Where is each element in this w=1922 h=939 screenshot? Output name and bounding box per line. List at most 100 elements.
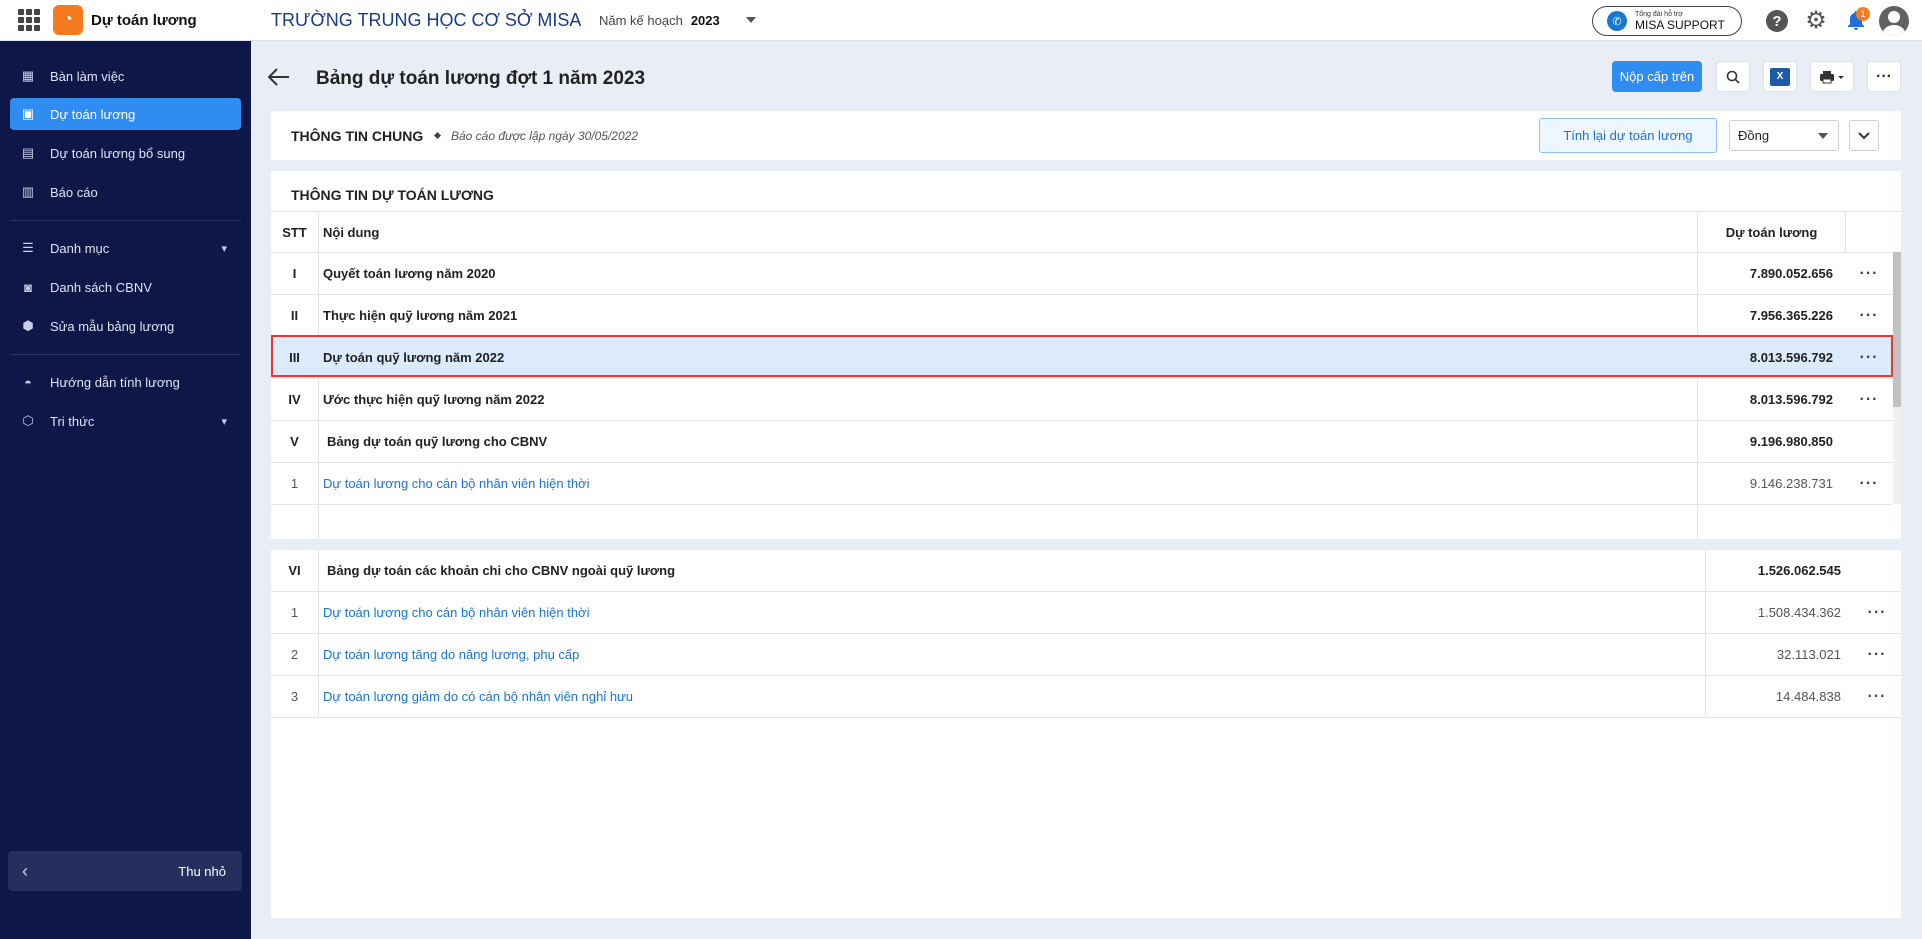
row-content-link[interactable]: Dự toán lương cho cán bộ nhân viên hiện …: [319, 592, 1705, 633]
row-stt: 1: [271, 592, 319, 633]
table-row[interactable]: 3 Dự toán lương giảm do có cán bộ nhân v…: [271, 676, 1901, 718]
row-content-link[interactable]: Dự toán lương giảm do có cán bộ nhân viê…: [319, 676, 1705, 717]
sidebar-item-label: Dự toán lương: [50, 106, 136, 122]
sidebar-item-tri-thuc[interactable]: ⬡ Tri thức ▾: [10, 405, 241, 437]
header-stt: STT: [271, 212, 319, 252]
row-more-icon[interactable]: ···: [1845, 337, 1893, 378]
sidebar-item-ban-lam-viec[interactable]: ▦ Bàn làm việc: [10, 60, 241, 92]
row-more-icon[interactable]: ···: [1845, 463, 1893, 504]
sidebar-item-danh-muc[interactable]: ☰ Danh mục ▾: [10, 232, 241, 264]
more-options-button[interactable]: ···: [1867, 61, 1901, 92]
general-info-title: THÔNG TIN CHUNG: [291, 128, 424, 144]
back-arrow-icon[interactable]: [267, 66, 290, 92]
table-header: STT Nội dung Dự toán lương: [271, 212, 1893, 253]
row-value: 8.013.596.792: [1697, 337, 1845, 378]
salary-estimate-panel: THÔNG TIN DỰ TOÁN LƯƠNG STT Nội dung Dự …: [271, 171, 1901, 539]
row-value: 1.508.434.362: [1705, 592, 1853, 633]
table-row[interactable]: II Thực hiện quỹ lương năm 2021 7.956.36…: [271, 295, 1893, 337]
row-content: Quyết toán lương năm 2020: [323, 266, 496, 281]
row-more-icon[interactable]: ···: [1845, 253, 1893, 294]
cube-icon: ⬡: [22, 413, 34, 428]
row-stt: 3: [271, 676, 319, 717]
other-expenses-panel: VI Bảng dự toán các khoản chi cho CBNV n…: [271, 550, 1901, 918]
person-icon: ◙: [24, 279, 32, 295]
notification-badge: 1: [1856, 7, 1870, 21]
recalculate-button[interactable]: Tính lại dự toán lương: [1539, 118, 1717, 153]
guide-icon: ◓: [24, 374, 32, 390]
unit-select-value: Đồng: [1738, 128, 1770, 143]
row-more-icon[interactable]: ···: [1845, 295, 1893, 336]
row-more-icon[interactable]: ···: [1853, 592, 1901, 633]
row-value: 8.013.596.792: [1697, 379, 1845, 420]
search-icon: [1726, 70, 1740, 84]
plan-year-selector[interactable]: Năm kế hoạch 2023: [599, 13, 756, 28]
row-stt: V: [271, 421, 319, 462]
sidebar-item-du-toan-luong[interactable]: ▣ Dự toán lương: [10, 98, 241, 130]
sidebar-divider: [10, 220, 241, 221]
plan-year-label: Năm kế hoạch: [599, 12, 683, 28]
sidebar-item-danh-sach-cbnv[interactable]: ◙ Danh sách CBNV: [10, 271, 241, 303]
export-excel-button[interactable]: X: [1763, 61, 1797, 92]
row-content: Ước thực hiện quỹ lương năm 2022: [323, 392, 545, 407]
sidebar-item-label: Danh mục: [50, 240, 110, 256]
table-row[interactable]: 1 Dự toán lương cho cán bộ nhân viên hiệ…: [271, 463, 1893, 505]
sidebar-item-label: Bàn làm việc: [50, 68, 125, 84]
phone-icon: ✆: [1607, 11, 1627, 31]
avatar[interactable]: [1879, 6, 1909, 36]
print-button[interactable]: [1810, 61, 1854, 92]
list-icon: ☰: [22, 240, 34, 255]
chevron-down-icon: ▾: [221, 242, 227, 255]
section-title: THÔNG TIN DỰ TOÁN LƯƠNG: [291, 187, 494, 203]
scrollbar-thumb[interactable]: [1893, 252, 1901, 407]
row-more-icon[interactable]: ···: [1853, 676, 1901, 717]
sidebar-item-bao-cao[interactable]: ▥ Báo cáo: [10, 176, 241, 208]
row-value: 9.196.980.850: [1697, 421, 1845, 462]
row-more-icon[interactable]: ···: [1853, 634, 1901, 675]
sidebar-item-label: Danh sách CBNV: [50, 279, 152, 295]
sidebar-item-label: Hướng dẫn tính lương: [50, 374, 180, 390]
collapse-sidebar-button[interactable]: ‹ Thu nhỏ: [8, 851, 242, 891]
table-row[interactable]: VI Bảng dự toán các khoản chi cho CBNV n…: [271, 550, 1901, 592]
search-button[interactable]: [1716, 61, 1750, 92]
help-icon[interactable]: ?: [1766, 10, 1788, 32]
table-row[interactable]: V Bảng dự toán quỹ lương cho CBNV 9.196.…: [271, 421, 1893, 463]
sidebar-item-huong-dan-tinh-luong[interactable]: ◓ Hướng dẫn tính lương: [10, 366, 241, 398]
table-row-partial: [271, 505, 1893, 539]
row-more-icon[interactable]: ···: [1845, 379, 1893, 420]
expand-button[interactable]: [1849, 120, 1879, 151]
table-row-selected[interactable]: III Dự toán quỹ lương năm 2022 8.013.596…: [271, 337, 1893, 379]
table-row[interactable]: 2 Dự toán lương tăng do nâng lương, phụ …: [271, 634, 1901, 676]
chevron-left-icon: ‹: [22, 860, 28, 881]
row-content: Thực hiện quỹ lương năm 2021: [323, 308, 518, 323]
sidebar: ▦ Bàn làm việc ▣ Dự toán lương ▤ Dự toán…: [0, 41, 251, 939]
sidebar-item-label: Báo cáo: [50, 184, 98, 200]
support-label: MISA SUPPORT: [1635, 18, 1725, 32]
chevron-down-icon: [1858, 131, 1870, 139]
sidebar-divider: [10, 354, 241, 355]
row-value: 9.146.238.731: [1697, 463, 1845, 504]
apps-grid-icon[interactable]: [18, 9, 40, 31]
sidebar-item-label: Sửa mẫu bảng lương: [50, 318, 175, 334]
row-value: 7.890.052.656: [1697, 253, 1845, 294]
submit-to-superior-button[interactable]: Nộp cấp trên: [1612, 61, 1702, 92]
row-content: Bảng dự toán quỹ lương cho CBNV: [327, 434, 548, 449]
sidebar-item-label: Tri thức: [50, 413, 95, 429]
header-value: Dự toán lương: [1697, 212, 1845, 252]
top-bar: ◔ Dự toán lương TRƯỜNG TRUNG HỌC CƠ SỞ M…: [0, 0, 1922, 41]
general-info-panel: THÔNG TIN CHUNG Báo cáo được lập ngày 30…: [271, 111, 1901, 160]
sidebar-item-sua-mau-bang-luong[interactable]: ⬢ Sửa mẫu bảng lương: [10, 310, 241, 342]
table-row[interactable]: 1 Dự toán lương cho cán bộ nhân viên hiệ…: [271, 592, 1901, 634]
table-row[interactable]: I Quyết toán lương năm 2020 7.890.052.65…: [271, 253, 1893, 295]
unit-select[interactable]: Đồng: [1729, 120, 1839, 151]
sidebar-item-du-toan-luong-bo-sung[interactable]: ▤ Dự toán lương bổ sung: [10, 137, 241, 169]
gear-icon[interactable]: ⚙: [1805, 9, 1827, 33]
row-content-link[interactable]: Dự toán lương cho cán bộ nhân viên hiện …: [319, 463, 1697, 504]
support-button[interactable]: ✆ Tổng đài hỗ trợ MISA SUPPORT: [1592, 6, 1742, 36]
chart-icon: ▥: [21, 184, 35, 199]
table-row[interactable]: IV Ước thực hiện quỹ lương năm 2022 8.01…: [271, 379, 1893, 421]
row-content-link[interactable]: Dự toán lương tăng do nâng lương, phụ cấ…: [319, 634, 1705, 675]
row-stt: I: [271, 253, 319, 294]
excel-icon: X: [1770, 67, 1790, 86]
app-logo-icon: ◔: [53, 5, 83, 35]
template-icon: ⬢: [22, 318, 34, 333]
